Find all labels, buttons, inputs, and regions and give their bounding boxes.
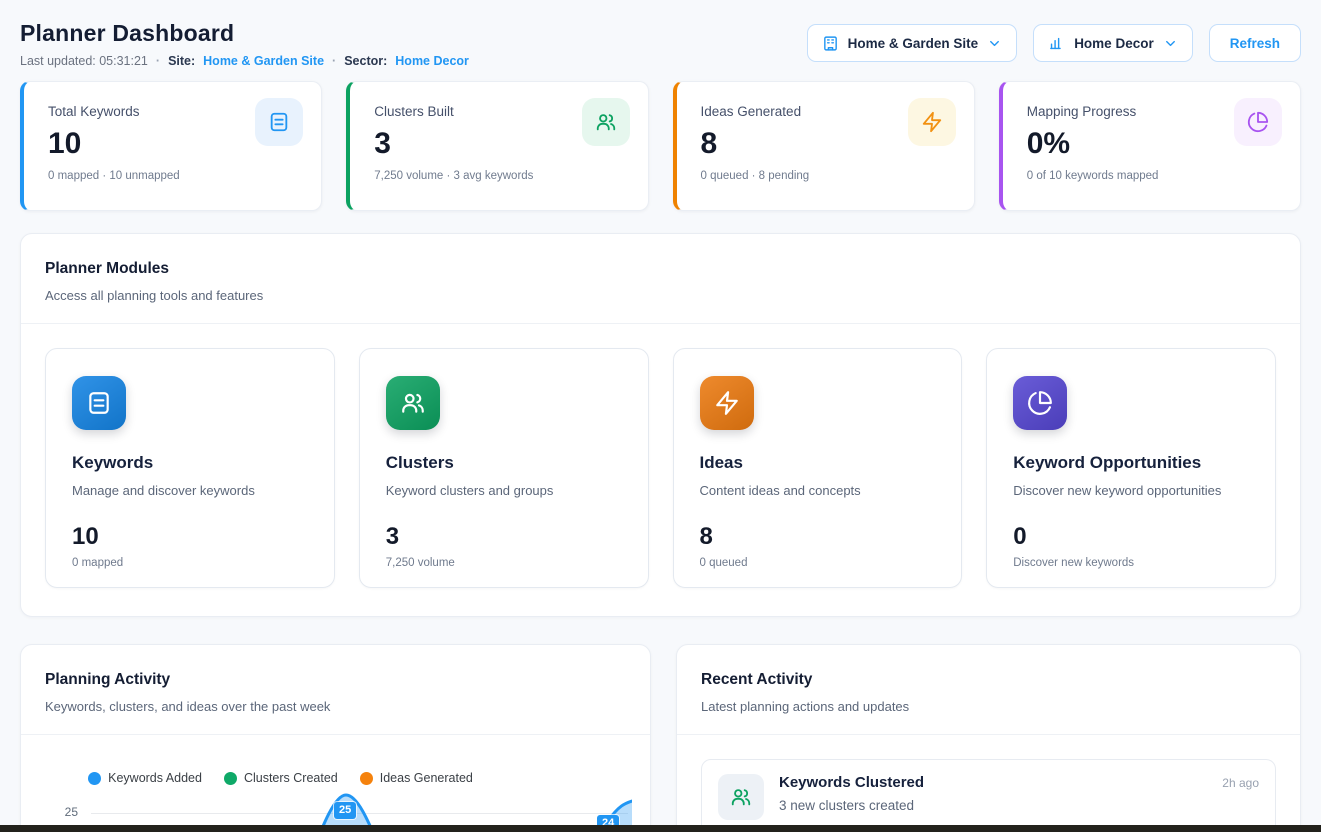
activity-item-title: Keywords Clustered [779, 774, 924, 791]
sector-link[interactable]: Home Decor [395, 54, 469, 68]
legend-label: Keywords Added [108, 771, 202, 785]
modules-panel-title: Planner Modules [45, 260, 1276, 278]
module-title: Keywords [72, 453, 308, 473]
chevron-down-icon [1163, 36, 1178, 51]
site-selector-label: Home & Garden Site [848, 36, 979, 51]
module-card-ideas[interactable]: Ideas Content ideas and concepts 8 0 que… [673, 348, 963, 588]
users-icon [718, 774, 764, 820]
module-card-keyword-opportunities[interactable]: Keyword Opportunities Discover new keywo… [986, 348, 1276, 588]
zap-icon [908, 98, 956, 146]
module-sublabel: Discover new keywords [1013, 557, 1249, 569]
header-left: Planner Dashboard Last updated: 05:31:21… [20, 20, 469, 68]
meta-separator: · [332, 54, 336, 68]
module-title: Clusters [386, 453, 622, 473]
stat-subtitle: 0 mapped · 10 unmapped [48, 170, 297, 182]
activity-item-description: 3 new clusters created [779, 798, 1259, 813]
stat-subtitle: 7,250 volume · 3 avg keywords [374, 170, 623, 182]
planning-activity-panel: Planning Activity Keywords, clusters, an… [20, 644, 651, 832]
modules-grid: Keywords Manage and discover keywords 10… [21, 324, 1300, 616]
last-updated-text: Last updated: 05:31:21 [20, 54, 148, 68]
stat-subtitle: 0 of 10 keywords mapped [1027, 170, 1276, 182]
site-selector-dropdown[interactable]: Home & Garden Site [807, 24, 1018, 62]
module-title: Ideas [700, 453, 936, 473]
planning-activity-title: Planning Activity [45, 671, 626, 689]
stat-card-total-keywords: Total Keywords 10 0 mapped · 10 unmapped [20, 81, 322, 211]
legend-dot-icon [224, 772, 237, 785]
activity-item-content: Keywords Clustered 2h ago 3 new clusters… [779, 774, 1259, 813]
module-sublabel: 0 queued [700, 557, 936, 569]
module-value: 0 [1013, 523, 1249, 551]
legend-dot-icon [88, 772, 101, 785]
zap-icon [700, 376, 754, 430]
bar-chart-icon [1048, 35, 1065, 52]
legend-item-keywords-added[interactable]: Keywords Added [88, 771, 202, 785]
file-lines-icon [255, 98, 303, 146]
stats-row: Total Keywords 10 0 mapped · 10 unmapped… [20, 81, 1301, 211]
module-description: Keyword clusters and groups [386, 483, 622, 498]
legend-item-ideas-generated[interactable]: Ideas Generated [360, 771, 473, 785]
recent-activity-title: Recent Activity [701, 671, 1276, 689]
module-description: Manage and discover keywords [72, 483, 308, 498]
file-lines-icon [72, 376, 126, 430]
header: Planner Dashboard Last updated: 05:31:21… [20, 20, 1301, 68]
chevron-down-icon [987, 36, 1002, 51]
pie-chart-icon [1013, 376, 1067, 430]
module-sublabel: 7,250 volume [386, 557, 622, 569]
sector-selector-dropdown[interactable]: Home Decor [1033, 24, 1193, 62]
refresh-button-label: Refresh [1230, 36, 1280, 51]
modules-panel-header: Planner Modules Access all planning tool… [21, 234, 1300, 324]
modules-panel-subtitle: Access all planning tools and features [45, 288, 1276, 303]
stat-card-mapping-progress: Mapping Progress 0% 0 of 10 keywords map… [999, 81, 1301, 211]
planning-activity-header: Planning Activity Keywords, clusters, an… [21, 645, 650, 735]
toolbar: Home & Garden Site Home Decor Refresh [807, 24, 1301, 62]
planner-modules-panel: Planner Modules Access all planning tool… [20, 233, 1301, 617]
bottom-row: Planning Activity Keywords, clusters, an… [20, 644, 1301, 832]
module-description: Discover new keyword opportunities [1013, 483, 1249, 498]
module-card-clusters[interactable]: Clusters Keyword clusters and groups 3 7… [359, 348, 649, 588]
screen-bottom-edge [0, 825, 1321, 832]
stat-subtitle: 0 queued · 8 pending [701, 170, 950, 182]
users-icon [582, 98, 630, 146]
site-link[interactable]: Home & Garden Site [203, 54, 324, 68]
refresh-button[interactable]: Refresh [1209, 24, 1301, 62]
recent-activity-header: Recent Activity Latest planning actions … [677, 645, 1300, 735]
site-label: Site: [168, 54, 195, 68]
meta-line: Last updated: 05:31:21 · Site: Home & Ga… [20, 54, 469, 68]
legend-label: Ideas Generated [380, 771, 473, 785]
recent-activity-list: Keywords Clustered 2h ago 3 new clusters… [677, 735, 1300, 832]
recent-activity-panel: Recent Activity Latest planning actions … [676, 644, 1301, 832]
sector-selector-label: Home Decor [1074, 36, 1154, 51]
pie-chart-icon [1234, 98, 1282, 146]
module-card-keywords[interactable]: Keywords Manage and discover keywords 10… [45, 348, 335, 588]
legend-item-clusters-created[interactable]: Clusters Created [224, 771, 338, 785]
stat-card-ideas-generated: Ideas Generated 8 0 queued · 8 pending [673, 81, 975, 211]
module-title: Keyword Opportunities [1013, 453, 1249, 473]
planner-dashboard-page: Planner Dashboard Last updated: 05:31:21… [0, 0, 1321, 832]
legend-label: Clusters Created [244, 771, 338, 785]
chart-legend: Keywords Added Clusters Created Ideas Ge… [41, 771, 520, 785]
activity-item-keywords-clustered[interactable]: Keywords Clustered 2h ago 3 new clusters… [701, 759, 1276, 832]
module-value: 8 [700, 523, 936, 551]
module-value: 3 [386, 523, 622, 551]
page-title: Planner Dashboard [20, 20, 469, 47]
recent-activity-subtitle: Latest planning actions and updates [701, 699, 1276, 714]
activity-item-time: 2h ago [1222, 776, 1259, 790]
data-point-label: 25 [334, 802, 356, 819]
planning-activity-subtitle: Keywords, clusters, and ideas over the p… [45, 699, 626, 714]
sector-label: Sector: [344, 54, 387, 68]
stat-card-clusters-built: Clusters Built 3 7,250 volume · 3 avg ke… [346, 81, 648, 211]
module-description: Content ideas and concepts [700, 483, 936, 498]
module-value: 10 [72, 523, 308, 551]
meta-separator: · [156, 54, 160, 68]
legend-dot-icon [360, 772, 373, 785]
building-icon [822, 35, 839, 52]
module-sublabel: 0 mapped [72, 557, 308, 569]
users-icon [386, 376, 440, 430]
activity-chart: Keywords Added Clusters Created Ideas Ge… [21, 735, 650, 832]
